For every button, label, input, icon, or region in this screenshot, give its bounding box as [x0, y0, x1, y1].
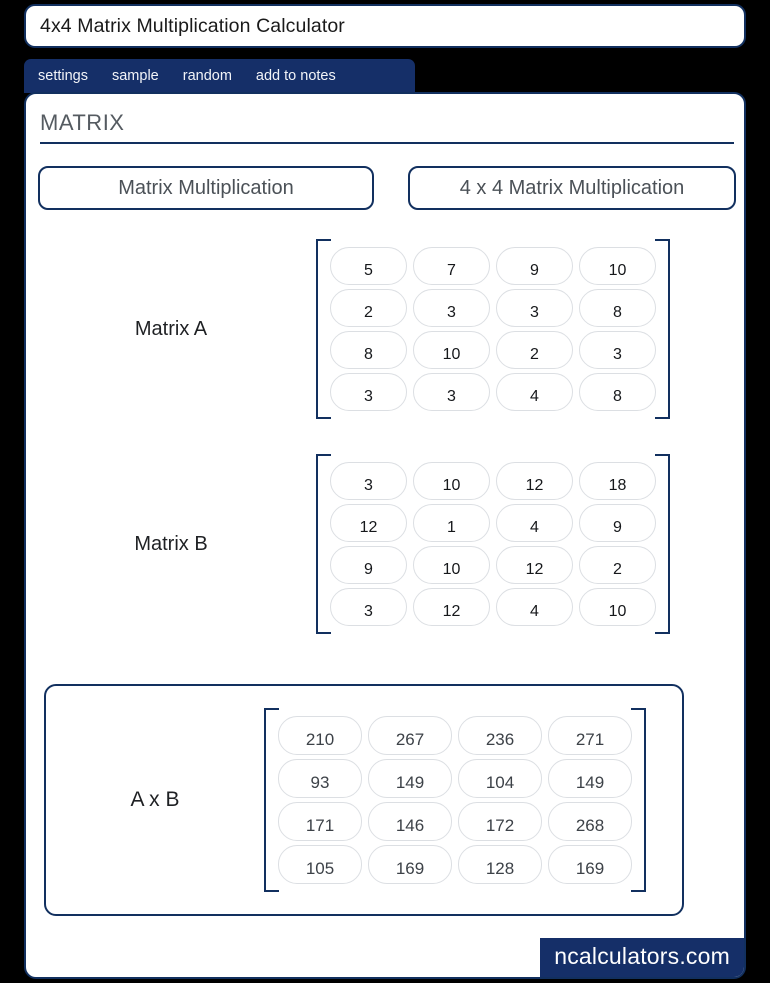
matrix-cell[interactable]: 10: [579, 247, 656, 285]
matrix-cell[interactable]: 1: [413, 504, 490, 542]
matrix-cell[interactable]: 8: [330, 331, 407, 369]
left-bracket-icon: [316, 454, 331, 634]
matrix-cell[interactable]: 4: [496, 504, 573, 542]
matrix-cell[interactable]: 3: [413, 373, 490, 411]
matrix-b-label: Matrix B: [134, 532, 208, 555]
matrix-cell[interactable]: 12: [330, 504, 407, 542]
matrix-cell[interactable]: 93: [278, 759, 362, 798]
matrix-cell[interactable]: 4: [496, 588, 573, 626]
matrix-cell[interactable]: 9: [330, 546, 407, 584]
matrix-cell[interactable]: 2: [496, 331, 573, 369]
matrix-cell[interactable]: 12: [496, 546, 573, 584]
matrix-cell[interactable]: 236: [458, 716, 542, 755]
matrix-cell[interactable]: 9: [579, 504, 656, 542]
matrix-a-row: Matrix A 5 7 9 10 2 3 3 8 8 10 2 3 3 3 4 8: [26, 229, 744, 429]
matrix-cell[interactable]: 172: [458, 802, 542, 841]
matrix-cell[interactable]: 8: [579, 289, 656, 327]
matrix-b-row: Matrix B 3 10 12 18 12 1 4 9 9 10 12 2 3 12 4 10: [26, 444, 744, 644]
result-bracket-wrap: 210 267 236 271 93 149 104 149 171 146 172 268 105 16…: [264, 708, 646, 892]
site-watermark: ncalculators.com: [540, 938, 744, 977]
matrix-cell[interactable]: 10: [413, 546, 490, 584]
matrix-cell[interactable]: 10: [579, 588, 656, 626]
matrix-cell[interactable]: 2: [579, 546, 656, 584]
matrix-cell[interactable]: 171: [278, 802, 362, 841]
matrix-cell[interactable]: 169: [548, 845, 632, 884]
matrix-cell[interactable]: 3: [579, 331, 656, 369]
matrix-cell[interactable]: 9: [496, 247, 573, 285]
matrix-cell[interactable]: 210: [278, 716, 362, 755]
result-label: A x B: [130, 788, 180, 811]
nav-item-add-to-notes[interactable]: add to notes: [256, 68, 336, 84]
title-bar: 4x4 Matrix Multiplication Calculator: [24, 4, 746, 48]
right-bracket-icon: [631, 708, 646, 892]
section-heading: MATRIX: [40, 110, 734, 144]
right-bracket-icon: [655, 239, 670, 419]
right-bracket-icon: [655, 454, 670, 634]
left-bracket-icon: [264, 708, 279, 892]
matrix-cell[interactable]: 105: [278, 845, 362, 884]
matrix-multiplication-button[interactable]: Matrix Multiplication: [38, 166, 374, 210]
nav-item-random[interactable]: random: [183, 68, 232, 84]
4x4-matrix-multiplication-button[interactable]: 4 x 4 Matrix Multiplication: [408, 166, 736, 210]
matrix-cell[interactable]: 12: [413, 588, 490, 626]
matrix-cell[interactable]: 18: [579, 462, 656, 500]
matrix-cell[interactable]: 128: [458, 845, 542, 884]
matrix-cell[interactable]: 267: [368, 716, 452, 755]
matrix-cell[interactable]: 5: [330, 247, 407, 285]
result-grid: 210 267 236 271 93 149 104 149 171 146 172 268 105 16…: [278, 716, 632, 884]
matrix-cell[interactable]: 12: [496, 462, 573, 500]
matrix-cell[interactable]: 3: [330, 588, 407, 626]
matrix-cell[interactable]: 104: [458, 759, 542, 798]
matrix-cell[interactable]: 10: [413, 331, 490, 369]
matrix-cell[interactable]: 2: [330, 289, 407, 327]
matrix-cell[interactable]: 3: [330, 373, 407, 411]
matrix-cell[interactable]: 268: [548, 802, 632, 841]
nav-item-settings[interactable]: settings: [38, 68, 88, 84]
matrix-b-bracket-wrap: 3 10 12 18 12 1 4 9 9 10 12 2 3 12 4 10: [316, 454, 670, 634]
matrix-cell[interactable]: 3: [330, 462, 407, 500]
matrix-cell[interactable]: 3: [496, 289, 573, 327]
toolbar-nav: settings sample random add to notes: [24, 59, 415, 93]
matrix-cell[interactable]: 4: [496, 373, 573, 411]
matrix-cell[interactable]: 271: [548, 716, 632, 755]
nav-item-sample[interactable]: sample: [112, 68, 159, 84]
matrix-cell[interactable]: 146: [368, 802, 452, 841]
mode-button-row: Matrix Multiplication 4 x 4 Matrix Multi…: [26, 166, 744, 212]
matrix-a-bracket-wrap: 5 7 9 10 2 3 3 8 8 10 2 3 3 3 4 8: [316, 239, 670, 419]
matrix-cell[interactable]: 3: [413, 289, 490, 327]
calculator-card: MATRIX Matrix Multiplication 4 x 4 Matri…: [24, 92, 746, 979]
matrix-cell[interactable]: 7: [413, 247, 490, 285]
matrix-cell[interactable]: 149: [368, 759, 452, 798]
matrix-cell[interactable]: 169: [368, 845, 452, 884]
matrix-cell[interactable]: 8: [579, 373, 656, 411]
left-bracket-icon: [316, 239, 331, 419]
matrix-cell[interactable]: 10: [413, 462, 490, 500]
matrix-cell[interactable]: 149: [548, 759, 632, 798]
matrix-a-grid: 5 7 9 10 2 3 3 8 8 10 2 3 3 3 4 8: [330, 247, 656, 411]
matrix-b-grid: 3 10 12 18 12 1 4 9 9 10 12 2 3 12 4 10: [330, 462, 656, 626]
matrix-a-label: Matrix A: [134, 317, 208, 340]
page-title: 4x4 Matrix Multiplication Calculator: [40, 14, 345, 37]
result-card: A x B 210 267 236 271 93 149 104 149 171 146 172 26…: [44, 684, 684, 916]
